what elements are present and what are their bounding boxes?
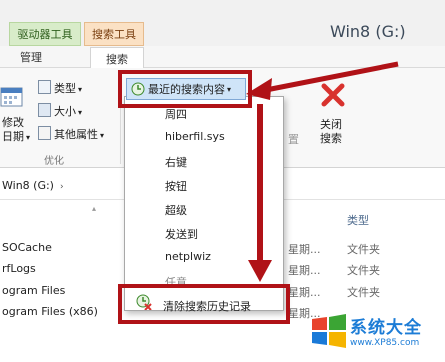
file-row-date: 星期... [288, 264, 321, 277]
menu-item[interactable]: 按钮 [165, 178, 187, 194]
type-label: 类型 [54, 82, 76, 95]
file-row-name[interactable]: SOCache [2, 241, 52, 254]
file-row-name[interactable]: ogram Files [2, 284, 65, 297]
menu-item[interactable]: netplwiz [165, 250, 211, 263]
context-tab-drive-tools[interactable]: 驱动器工具 [9, 22, 81, 46]
annotation-arrow-down [246, 258, 274, 284]
properties-icon [38, 126, 51, 140]
date-label: 日期 [2, 130, 24, 143]
other-properties-button[interactable]: 其他属性 ▾ [38, 126, 104, 142]
sort-up-icon: ▴ [92, 204, 97, 213]
file-row-type: 文件夹 [347, 286, 380, 299]
file-row-date: 星期... [288, 286, 321, 299]
tab-search[interactable]: 搜索 [90, 47, 144, 69]
calendar-icon [0, 86, 24, 108]
size-icon [38, 103, 51, 117]
close-search-label-2: 搜索 [320, 132, 342, 145]
chevron-down-icon: ▾ [78, 108, 83, 117]
column-header-type[interactable]: 类型 [347, 212, 369, 228]
file-row-type: 文件夹 [347, 243, 380, 256]
date-dropdown[interactable]: 日期 ▾ [2, 128, 30, 144]
other-properties-label: 其他属性 [54, 128, 98, 141]
menu-item[interactable]: hiberfil.sys [165, 130, 225, 143]
size-label: 大小 [54, 105, 76, 118]
windows-logo [311, 313, 347, 349]
menu-item[interactable]: 右键 [165, 154, 187, 170]
window-title: Win8 (G:) [330, 22, 406, 41]
menu-item[interactable]: 发送到 [165, 226, 198, 242]
tab-manage[interactable]: 管理 [20, 49, 42, 65]
highlight-box-recent-searches [118, 70, 252, 108]
chevron-down-icon: ▾ [78, 85, 83, 94]
menu-item[interactable]: 超级 [165, 202, 187, 218]
file-row-name[interactable]: ogram Files (x86) [2, 305, 98, 318]
file-row-name[interactable]: rfLogs [2, 262, 36, 275]
chevron-down-icon: ▾ [100, 131, 105, 140]
file-row-date: 星期... [288, 243, 321, 256]
watermark-brand: 系统大全 [350, 318, 422, 338]
context-tab-search-tools[interactable]: 搜索工具 [84, 22, 144, 46]
menu-item[interactable]: 周四 [165, 106, 187, 122]
file-row-type: 文件夹 [347, 264, 380, 277]
watermark-url: www.XP85.com [350, 338, 420, 348]
address-path-text: Win8 (G:) [2, 179, 54, 192]
type-icon [38, 80, 51, 94]
chevron-right-icon: › [59, 182, 64, 192]
annotation-line-vertical [257, 104, 263, 264]
chevron-down-icon: ▾ [26, 133, 31, 142]
address-path: Win8 (G:) › [2, 179, 64, 192]
annotation-arrow-left [242, 60, 402, 110]
type-button[interactable]: 类型 ▾ [38, 80, 82, 96]
optimize-group-label: 优化 [44, 156, 64, 167]
size-button[interactable]: 大小 ▾ [38, 103, 82, 119]
location-partial-label: 置 [288, 133, 299, 146]
highlight-box-clear-history [118, 284, 290, 324]
